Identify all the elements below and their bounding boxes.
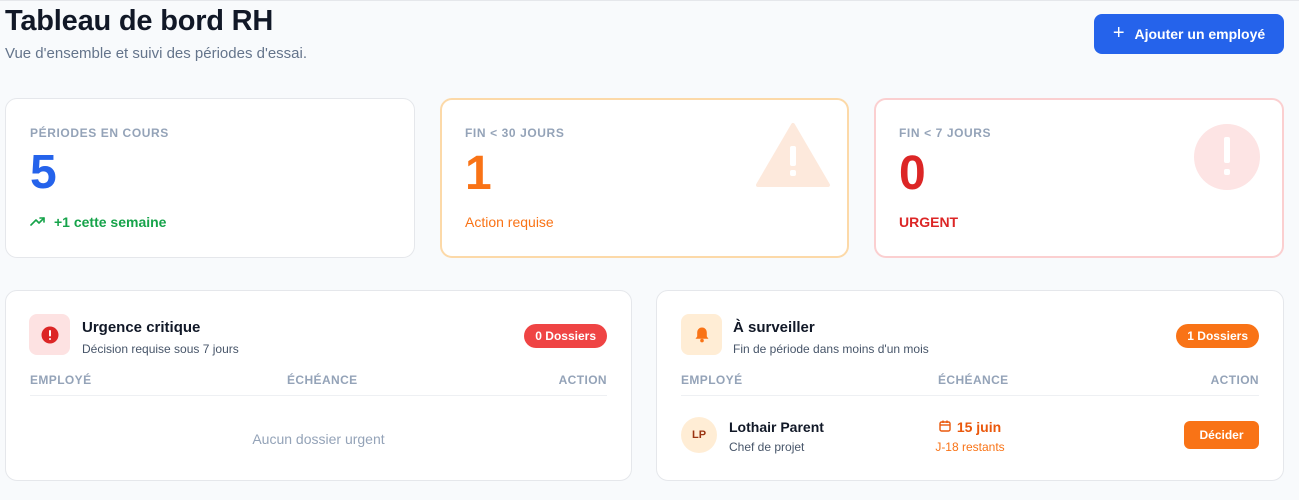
- divider: [681, 395, 1259, 396]
- bell-icon: [681, 314, 722, 355]
- column-header-due: ÉCHÉANCE: [287, 373, 358, 387]
- column-header-employee: EMPLOYÉ: [30, 373, 92, 387]
- panel-subtitle: Fin de période dans moins d'un mois: [733, 342, 929, 356]
- table-row: LP Lothair Parent Chef de projet 15 juin…: [657, 411, 1283, 455]
- warning-triangle-icon: [755, 122, 831, 193]
- due-date: 15 juin: [925, 419, 1015, 435]
- panel-title: À surveiller: [733, 319, 815, 336]
- count-badge: 1 Dossiers: [1176, 324, 1259, 348]
- panel-subtitle: Décision requise sous 7 jours: [82, 342, 239, 356]
- stat-card-ending-30: FIN < 30 JOURS 1 Action requise: [440, 98, 849, 258]
- add-employee-button[interactable]: + Ajouter un employé: [1094, 14, 1284, 54]
- calendar-icon: [939, 419, 951, 435]
- decide-button[interactable]: Décider: [1184, 421, 1259, 449]
- alert-circle-icon: [1193, 123, 1261, 196]
- plus-icon: +: [1112, 22, 1125, 44]
- stat-value: 1: [465, 147, 492, 200]
- remaining-days: J-18 restants: [935, 440, 1005, 454]
- stat-value: 0: [899, 147, 926, 200]
- panel-title: Urgence critique: [82, 319, 201, 336]
- stat-note: Action requise: [465, 214, 554, 230]
- divider: [30, 395, 607, 396]
- alert-circle-icon: [29, 314, 70, 355]
- stat-value: 5: [30, 146, 57, 199]
- stat-label: PÉRIODES EN COURS: [30, 126, 169, 140]
- due-date-text: 15 juin: [956, 419, 1002, 435]
- count-badge: 0 Dossiers: [524, 324, 607, 348]
- stat-label: FIN < 30 JOURS: [465, 126, 565, 140]
- employee-role: Chef de projet: [729, 440, 805, 454]
- empty-state: Aucun dossier urgent: [252, 431, 385, 447]
- stat-trend: +1 cette semaine: [30, 214, 166, 230]
- column-header-action: ACTION: [1210, 373, 1259, 387]
- panel-critical: Urgence critique Décision requise sous 7…: [5, 290, 632, 481]
- column-header-due: ÉCHÉANCE: [938, 373, 1009, 387]
- trending-up-icon: [30, 214, 46, 230]
- stat-note: URGENT: [899, 214, 959, 230]
- page-subtitle: Vue d'ensemble et suivi des périodes d'e…: [5, 45, 308, 62]
- stat-card-in-progress: PÉRIODES EN COURS 5 +1 cette semaine: [5, 98, 415, 258]
- stat-card-ending-7: FIN < 7 JOURS 0 URGENT: [874, 98, 1284, 258]
- stat-trend-text: +1 cette semaine: [54, 214, 167, 230]
- employee-name: Lothair Parent: [729, 419, 824, 435]
- column-header-employee: EMPLOYÉ: [681, 373, 743, 387]
- column-header-action: ACTION: [558, 373, 607, 387]
- stat-label: FIN < 7 JOURS: [899, 126, 992, 140]
- avatar: LP: [681, 417, 717, 453]
- add-employee-label: Ajouter un employé: [1134, 26, 1266, 42]
- page-title: Tableau de bord RH: [5, 5, 274, 37]
- panel-watch: À surveiller Fin de période dans moins d…: [656, 290, 1284, 481]
